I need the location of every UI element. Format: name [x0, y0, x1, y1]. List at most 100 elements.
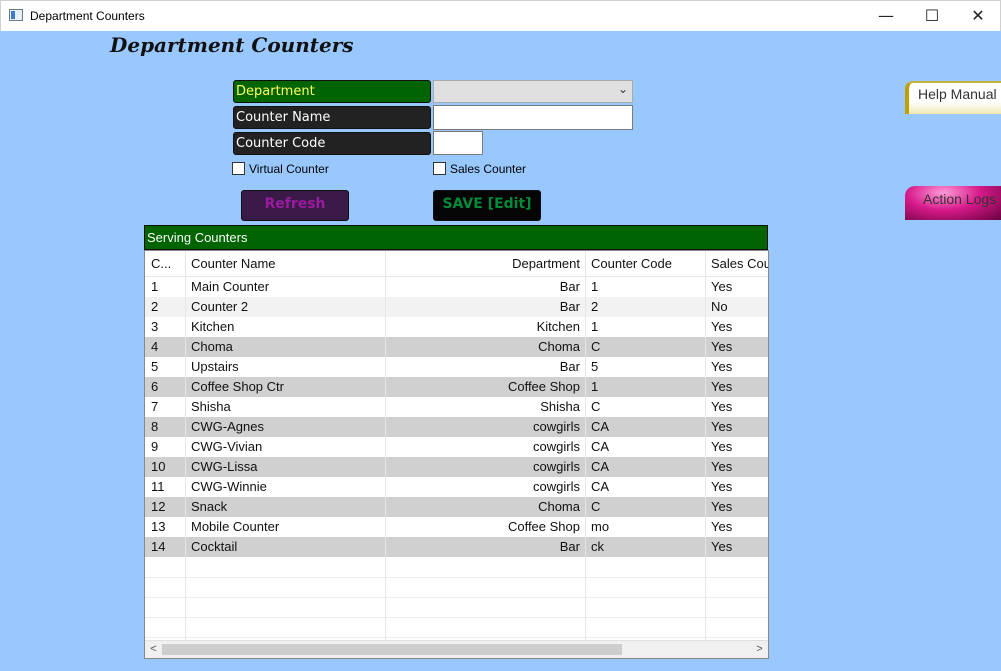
title-bar: Department Counters — ☐ ✕ — [0, 0, 1001, 31]
row-sales-counter-cell: Yes — [711, 459, 733, 474]
table-row[interactable]: 4 Choma Choma C Yes — [145, 337, 768, 357]
scroll-left-icon[interactable]: < — [145, 641, 162, 658]
row-code-cell: 2 — [151, 299, 159, 314]
table-row[interactable]: 11 CWG-Winnie cowgirls CA Yes — [145, 477, 768, 497]
page-title: Department Counters — [110, 33, 354, 57]
column-divider — [185, 251, 186, 641]
window-title: Department Counters — [30, 9, 145, 23]
row-sales-counter-cell: Yes — [711, 419, 733, 434]
counter-code-input[interactable] — [433, 131, 483, 155]
table-row[interactable]: 13 Mobile Counter Coffee Shop mo Yes — [145, 517, 768, 537]
row-code-cell: 12 — [151, 499, 166, 514]
column-header-code[interactable]: C... — [151, 251, 183, 276]
row-counter-name-cell: Cocktail — [191, 539, 238, 554]
table-row[interactable]: 3 Kitchen Kitchen 1 Yes — [145, 317, 768, 337]
grid-header-row: C... Counter Name Department Counter Cod… — [145, 251, 768, 277]
row-counter-name-cell: CWG-Winnie — [191, 479, 267, 494]
row-sales-counter-cell: No — [711, 299, 728, 314]
empty-row — [145, 557, 768, 578]
minimize-button[interactable]: — — [863, 1, 909, 31]
row-counter-code-cell: 1 — [591, 279, 599, 294]
row-counter-name-cell: CWG-Lissa — [191, 459, 258, 474]
row-counter-code-cell: 1 — [591, 379, 599, 394]
row-counter-code-cell: ck — [591, 539, 604, 554]
column-header-counter-code[interactable]: Counter Code — [591, 251, 701, 276]
virtual-counter-checkbox-box[interactable] — [232, 162, 245, 175]
row-department-cell: Shisha — [540, 399, 580, 414]
save-edit-button[interactable]: SAVE [Edit] — [433, 190, 541, 221]
table-row[interactable]: 14 Cocktail Bar ck Yes — [145, 537, 768, 557]
table-row[interactable]: 10 CWG-Lissa cowgirls CA Yes — [145, 457, 768, 477]
maximize-button[interactable]: ☐ — [909, 1, 955, 31]
scrollbar-thumb[interactable] — [162, 644, 622, 655]
row-department-cell: Bar — [559, 299, 580, 314]
table-row[interactable]: 9 CWG-Vivian cowgirls CA Yes — [145, 437, 768, 457]
row-code-cell: 7 — [151, 399, 159, 414]
column-header-sales-counter[interactable]: Sales Counter — [711, 251, 768, 276]
table-row[interactable]: 7 Shisha Shisha C Yes — [145, 397, 768, 417]
row-counter-code-cell: mo — [591, 519, 610, 534]
table-row[interactable]: 6 Coffee Shop Ctr Coffee Shop 1 Yes — [145, 377, 768, 397]
chevron-down-icon: ⌄ — [617, 82, 628, 96]
table-row[interactable]: 2 Counter 2 Bar 2 No — [145, 297, 768, 317]
row-code-cell: 11 — [151, 479, 165, 494]
row-counter-name-cell: Snack — [191, 499, 228, 514]
row-code-cell: 10 — [151, 459, 166, 474]
row-counter-code-cell: 1 — [591, 319, 599, 334]
empty-row — [145, 577, 768, 598]
row-sales-counter-cell: Yes — [711, 319, 733, 334]
row-sales-counter-cell: Yes — [711, 479, 733, 494]
row-counter-code-cell: C — [591, 499, 601, 514]
row-sales-counter-cell: Yes — [711, 399, 733, 414]
row-code-cell: 14 — [151, 539, 166, 554]
row-department-cell: cowgirls — [533, 419, 580, 434]
counter-name-label: Counter Name — [233, 106, 431, 129]
row-counter-code-cell: C — [591, 399, 601, 414]
table-row[interactable]: 8 CWG-Agnes cowgirls CA Yes — [145, 417, 768, 437]
help-manual-button[interactable]: Help Manual — [905, 81, 1001, 114]
row-department-cell: cowgirls — [533, 459, 580, 474]
row-counter-name-cell: Kitchen — [191, 319, 235, 334]
row-department-cell: Choma — [538, 339, 580, 354]
department-select[interactable]: ⌄ — [433, 80, 633, 103]
row-sales-counter-cell: Yes — [711, 539, 733, 554]
row-counter-code-cell: CA — [591, 419, 610, 434]
row-counter-code-cell: CA — [591, 439, 610, 454]
row-department-cell: cowgirls — [533, 439, 580, 454]
row-counter-name-cell: Choma — [191, 339, 233, 354]
action-logs-button[interactable]: Action Logs — [905, 186, 1001, 220]
counter-name-input[interactable] — [433, 105, 633, 130]
counter-code-label: Counter Code — [233, 132, 431, 155]
row-code-cell: 4 — [151, 339, 159, 354]
row-code-cell: 13 — [151, 519, 166, 534]
horizontal-scrollbar[interactable]: < > — [145, 640, 768, 658]
serving-counters-grid: C... Counter Name Department Counter Cod… — [144, 250, 769, 659]
refresh-button[interactable]: Refresh — [241, 190, 349, 221]
row-department-cell: Choma — [538, 499, 580, 514]
table-row[interactable]: 12 Snack Choma C Yes — [145, 497, 768, 517]
table-row[interactable]: 1 Main Counter Bar 1 Yes — [145, 277, 768, 297]
column-header-counter-name[interactable]: Counter Name — [191, 251, 381, 276]
app-icon — [9, 9, 23, 21]
row-counter-name-cell: Mobile Counter — [191, 519, 280, 534]
sales-counter-checkbox[interactable]: Sales Counter — [433, 162, 526, 176]
sales-counter-checkbox-box[interactable] — [433, 162, 446, 175]
row-department-cell: Kitchen — [536, 319, 580, 334]
row-counter-code-cell: CA — [591, 479, 610, 494]
empty-row — [145, 617, 768, 638]
column-divider — [385, 251, 386, 641]
virtual-counter-checkbox[interactable]: Virtual Counter — [232, 162, 329, 176]
grid-body: C... Counter Name Department Counter Cod… — [145, 251, 768, 641]
row-counter-name-cell: CWG-Vivian — [191, 439, 263, 454]
row-department-cell: Bar — [559, 359, 580, 374]
empty-row — [145, 597, 768, 618]
table-row[interactable]: 5 Upstairs Bar 5 Yes — [145, 357, 768, 377]
row-department-cell: cowgirls — [533, 479, 580, 494]
row-sales-counter-cell: Yes — [711, 439, 733, 454]
row-counter-name-cell: Main Counter — [191, 279, 270, 294]
close-button[interactable]: ✕ — [955, 1, 1001, 31]
row-counter-code-cell: 5 — [591, 359, 599, 374]
scroll-right-icon[interactable]: > — [751, 641, 768, 658]
column-header-department[interactable]: Department — [386, 251, 580, 276]
row-counter-name-cell: Counter 2 — [191, 299, 249, 314]
